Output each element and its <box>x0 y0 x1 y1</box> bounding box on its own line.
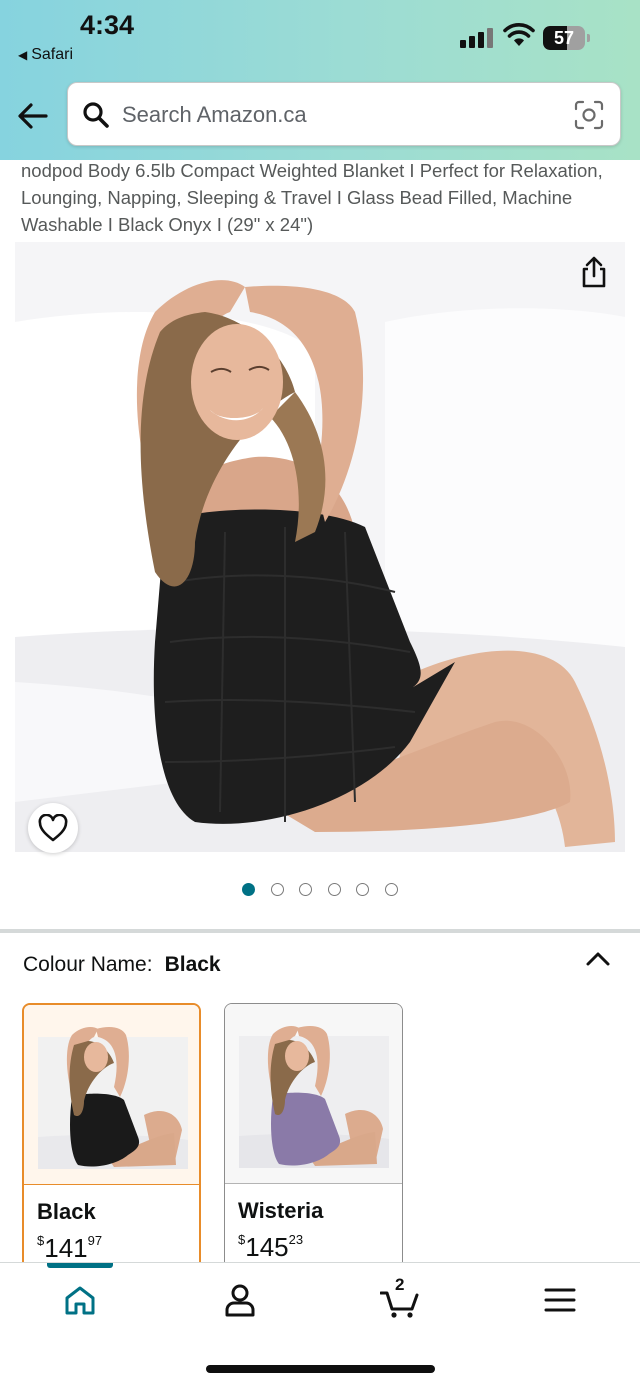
pagination-dot[interactable] <box>384 883 398 896</box>
wifi-icon <box>503 23 535 46</box>
colour-value: Black <box>164 953 221 976</box>
swatch-name: Wisteria <box>238 1198 324 1223</box>
search-icon <box>83 102 109 128</box>
product-title[interactable]: nodpod Body 6.5lb Compact Weighted Blank… <box>21 157 621 238</box>
section-divider <box>0 929 640 933</box>
cellular-signal-icon <box>460 28 494 48</box>
heart-icon <box>38 814 68 842</box>
pagination-dot[interactable] <box>299 883 312 896</box>
header: 4:34 ◀ Safari 57 <box>0 0 640 160</box>
back-app-label: Safari <box>31 46 74 63</box>
colour-option-black[interactable]: Black $14197 <box>22 1003 201 1273</box>
colour-label: Colour Name: <box>23 953 153 976</box>
swatch-price: $14523 <box>238 1232 304 1262</box>
status-time: 4:34 <box>80 10 135 40</box>
search-bar[interactable] <box>67 82 621 146</box>
pagination-dot[interactable] <box>327 883 341 896</box>
pagination-dot[interactable] <box>242 883 255 896</box>
nav-active-indicator <box>47 1263 113 1268</box>
wishlist-button[interactable] <box>28 803 78 853</box>
camera-search-icon[interactable] <box>574 100 604 130</box>
back-to-app[interactable]: ◀ Safari <box>18 46 73 64</box>
swatch-name: Black <box>37 1199 96 1224</box>
product-photo-illustration <box>15 242 625 852</box>
home-icon[interactable] <box>60 1282 100 1318</box>
search-input[interactable] <box>122 97 562 133</box>
home-indicator <box>206 1365 435 1373</box>
colour-selector-header[interactable]: Colour Name: Black <box>23 953 221 977</box>
battery-level: 57 <box>553 28 575 48</box>
swatch-price: $14197 <box>37 1233 103 1263</box>
account-icon[interactable] <box>220 1282 260 1318</box>
menu-icon[interactable] <box>540 1282 580 1318</box>
pagination-dot[interactable] <box>270 883 284 896</box>
swatch-thumbnail <box>225 1004 402 1184</box>
product-image[interactable] <box>15 242 625 852</box>
back-arrow-icon[interactable] <box>16 100 50 132</box>
chevron-up-icon[interactable] <box>584 948 612 970</box>
swatch-thumbnail <box>24 1005 199 1185</box>
pagination-dot[interactable] <box>356 883 369 896</box>
share-icon[interactable] <box>578 256 610 288</box>
cart-count: 2 <box>395 1275 405 1294</box>
battery-icon: 57 <box>543 26 591 50</box>
colour-option-wisteria[interactable]: Wisteria $14523 <box>224 1003 403 1273</box>
